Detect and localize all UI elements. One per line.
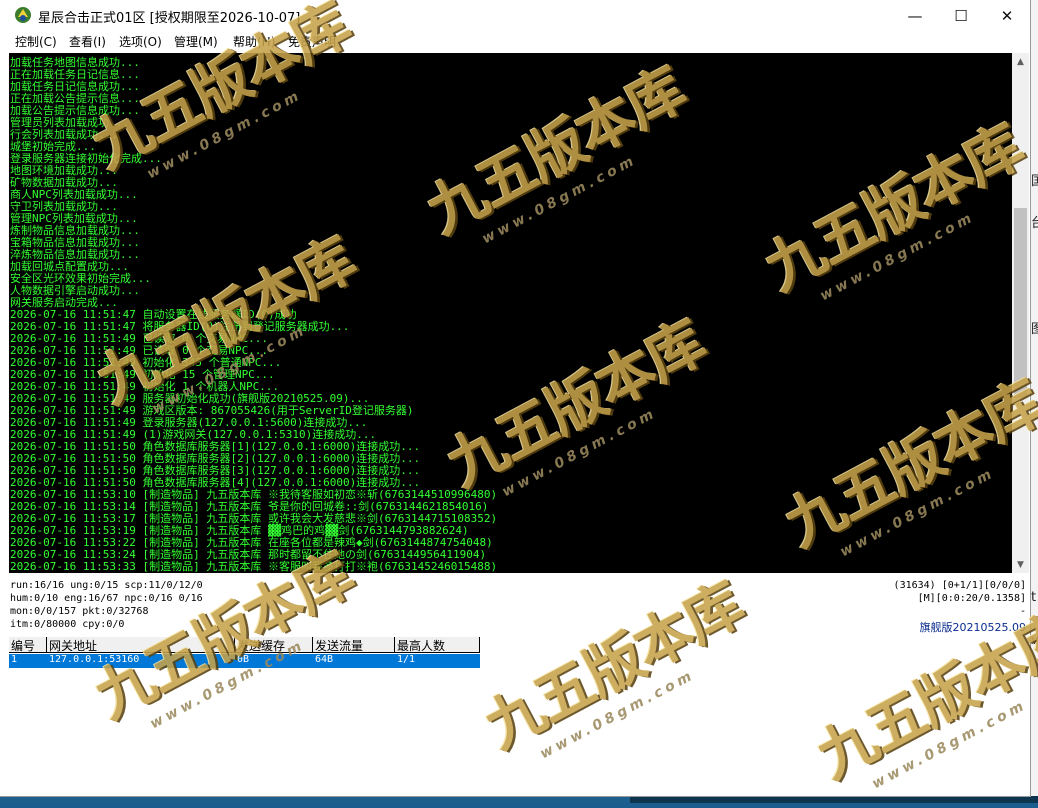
log-line: 2026-07-16 11:53:14 [制造物品] 九五版本库 爷是你的回城卷… <box>10 500 489 513</box>
cell-max-users: 1/1 <box>397 654 416 665</box>
desktop-text-fragment: 国 <box>1031 174 1038 189</box>
window-title: 星辰合击正式01区 [授权期限至2026-10-07] <box>38 11 301 26</box>
menu-manage[interactable]: 管理(M) <box>174 33 218 50</box>
log-line: 2026-07-16 11:53:19 [制造物品] 九五版本库 ▓▓鸡巴的鸡▓… <box>10 524 469 537</box>
log-line: 加载任务日记信息成功... <box>10 80 140 93</box>
log-line: 2026-07-16 11:51:50 角色数据库服务器[2](127.0.0.… <box>10 452 421 465</box>
status-line: hum:0/10 eng:16/67 npc:0/16 0/16 <box>10 593 203 604</box>
cell-send-traffic: 64B <box>315 654 334 665</box>
log-line: 加载任务地图信息成功... <box>10 56 140 69</box>
column-header-send-traffic[interactable]: 发送流量 <box>313 637 395 653</box>
taskbar-strip <box>0 796 1038 803</box>
log-line: 淬炼物品信息加载成功... <box>10 248 140 261</box>
log-line: 正在加载任务日记信息... <box>10 68 140 81</box>
log-line: 2026-07-16 11:51:50 角色数据库服务器[1](127.0.0.… <box>10 440 421 453</box>
column-header-id[interactable]: 编号 <box>9 637 47 653</box>
app-window: 星辰合击正式01区 [授权期限至2026-10-07] — ☐ ✕ 控制(C) … <box>0 0 1030 796</box>
menu-control[interactable]: 控制(C) <box>15 33 57 50</box>
log-line: 2026-07-16 11:51:47 将服务器ID(0)注册到登记服务器成功.… <box>10 320 350 333</box>
log-line: 2026-07-16 11:51:50 角色数据库服务器[4](127.0.0.… <box>10 476 421 489</box>
status-dash: - <box>1019 606 1026 617</box>
log-line: 管理员列表加载成功... <box>10 116 129 129</box>
title-bar[interactable]: 星辰合击正式01区 [授权期限至2026-10-07] — ☐ ✕ <box>0 0 1030 31</box>
log-line: 网关服务启动完成... <box>10 296 118 309</box>
status-counters: (31634) [0+1/1][0/0/0] <box>893 580 1026 591</box>
status-line: mon:0/0/157 pkt:0/32768 <box>10 606 149 617</box>
desktop-background: 国 台 图 t v <box>1030 0 1038 803</box>
scroll-down-icon[interactable]: ▼ <box>1012 556 1029 573</box>
log-line: 安全区光环效果初始完成... <box>10 272 151 285</box>
log-line: 城堡初始完成... <box>10 140 96 153</box>
log-line: 2026-07-16 11:51:49 服务器初始化成功(旗舰版20210525… <box>10 392 370 405</box>
menu-options[interactable]: 选项(O) <box>119 33 162 50</box>
log-line: 炼制物品信息加载成功... <box>10 224 140 237</box>
cell-id: 1 <box>11 654 18 665</box>
log-line: 2026-07-16 11:51:49 登录服务器(127.0.0.1:5600… <box>10 416 368 429</box>
log-line: 2026-07-16 11:51:50 角色数据库服务器[3](127.0.0.… <box>10 464 421 477</box>
menu-help[interactable]: 帮助(H) <box>233 33 275 50</box>
log-line: 2026-07-16 11:51:49 游戏区版本: 867055426(用于S… <box>10 404 414 417</box>
cell-gateway-address: 127.0.0.1:53160 <box>49 654 140 665</box>
app-icon <box>15 7 31 23</box>
gateway-table: 编号 网关地址 发送缓存 发送流量 最高人数 1 127.0.0.1:53160… <box>9 637 1029 795</box>
desktop-text-fragment: 台 <box>1031 216 1038 231</box>
close-button[interactable]: ✕ <box>984 0 1030 31</box>
log-line: 2026-07-16 11:51:49 初始化 345 个普通NPC... <box>10 356 282 369</box>
log-line: 加载回城点配置成功... <box>10 260 129 273</box>
column-header-send-buffer[interactable]: 发送缓存 <box>235 637 313 653</box>
desktop-text-fragment: 图 <box>1031 322 1038 337</box>
status-line: run:16/16 ung:0/15 scp:11/0/12/0 <box>10 580 203 591</box>
log-line: 地图环境加载成功... <box>10 164 118 177</box>
log-line: 2026-07-16 11:53:22 [制造物品] 九五版本库 在座各位都是辣… <box>10 536 493 549</box>
cell-send-buffer: 0B <box>237 654 250 665</box>
log-line: 2026-07-16 11:51:49 初始化 15 个管理NPC... <box>10 368 275 381</box>
menu-disclaimer[interactable]: 免责声明 <box>288 33 336 50</box>
log-line: 2026-07-16 11:51:49 已读取 0 个交易NPC... <box>10 332 269 345</box>
log-line: 矿物数据加载成功... <box>10 176 118 189</box>
log-line: 2026-07-16 11:53:10 [制造物品] 九五版本库 ※我待客服如初… <box>10 488 498 501</box>
log-line: 加载公告提示信息成功... <box>10 104 140 117</box>
desktop-text-fragment: v <box>1031 633 1038 648</box>
status-line: itm:0/80000 cpy:0/0 <box>10 619 125 630</box>
status-panel: run:16/16 ung:0/15 scp:11/0/12/0 hum:0/1… <box>9 574 1029 634</box>
log-line: 人物数据引擎启动成功... <box>10 284 140 297</box>
column-header-max-users[interactable]: 最高人数 <box>395 637 480 653</box>
log-line: 登录服务器连接初始化完成... <box>10 152 162 165</box>
scroll-up-icon[interactable]: ▲ <box>1012 53 1029 70</box>
menu-bar: 控制(C) 查看(I) 选项(O) 管理(M) 帮助(H) 免责声明 <box>0 31 1030 51</box>
log-line: 2026-07-16 11:51:49 初始化 1 个机器人NPC... <box>10 380 280 393</box>
log-line: 管理NPC列表加载成功... <box>10 212 138 225</box>
log-scrollbar[interactable]: ▲ ▼ <box>1012 53 1029 573</box>
log-line: 守卫列表加载成功... <box>10 200 118 213</box>
log-line: 2026-07-16 11:51:49 (1)游戏网关(127.0.0.1:53… <box>10 428 377 441</box>
log-line: 行会列表加载成功... <box>10 128 118 141</box>
desktop-text-fragment: t <box>1031 590 1037 605</box>
version-label: 旗舰版20210525.09 <box>919 621 1026 634</box>
scroll-thumb[interactable] <box>1014 208 1027 398</box>
log-console[interactable]: 加载任务地图信息成功... 正在加载任务日记信息... 加载任务日记信息成功... 正… <box>9 53 1012 573</box>
menu-view[interactable]: 查看(I) <box>69 33 106 50</box>
column-header-gateway-address[interactable]: 网关地址 <box>47 637 235 653</box>
log-line: 商人NPC列表加载成功... <box>10 188 138 201</box>
log-line: 2026-07-16 11:51:49 已读取 0 个交易NPC... <box>10 344 269 357</box>
log-line: 2026-07-16 11:51:47 自动设置在线服务器ID(0)成功 <box>10 308 297 321</box>
log-line: 2026-07-16 11:53:17 [制造物品] 九五版本库 或许我会大发慈… <box>10 512 498 525</box>
table-row[interactable]: 1 127.0.0.1:53160 0B 64B 1/1 <box>9 654 480 668</box>
log-line: 2026-07-16 11:53:24 [制造物品] 九五版本库 那时都留不住她… <box>10 548 487 561</box>
log-line: 宝箱物品信息加载成功... <box>10 236 140 249</box>
status-timing: [M][0:0:20/0.1358] <box>917 593 1026 604</box>
minimize-button[interactable]: — <box>892 0 938 31</box>
log-line: 正在加载公告提示信息... <box>10 92 140 105</box>
log-line: 2026-07-16 11:53:33 [制造物品] 九五版本库 ※客服叫我多打… <box>10 560 498 573</box>
maximize-button[interactable]: ☐ <box>938 0 984 31</box>
